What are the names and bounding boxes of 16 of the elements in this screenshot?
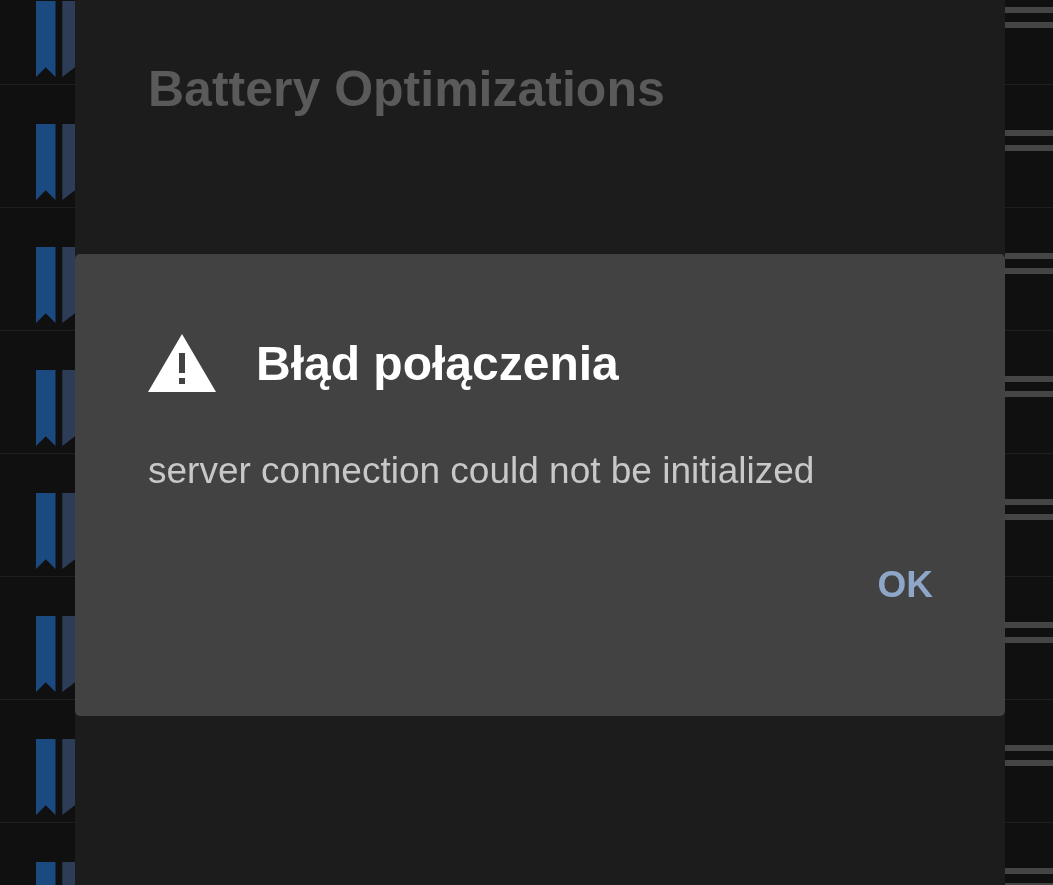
bookmark-icon: [36, 369, 75, 447]
handle-icon: [1005, 7, 1053, 29]
bookmark-icon: [36, 123, 75, 201]
dialog-title: Błąd połączenia: [256, 335, 619, 391]
ok-button[interactable]: OK: [873, 556, 937, 614]
handle-icon: [1005, 868, 1053, 885]
warning-icon: [148, 334, 216, 392]
bookmark-icon: [36, 615, 75, 693]
handle-icon: [1005, 745, 1053, 767]
dialog-message: server connection could not be initialized: [148, 450, 816, 492]
bookmark-icon: [36, 492, 75, 570]
handle-icon: [1005, 130, 1053, 152]
bookmark-icon: [36, 738, 75, 816]
bookmark-icon: [36, 246, 75, 324]
bookmark-icon: [36, 0, 75, 78]
dialog-title: Battery Optimizations: [148, 60, 666, 118]
